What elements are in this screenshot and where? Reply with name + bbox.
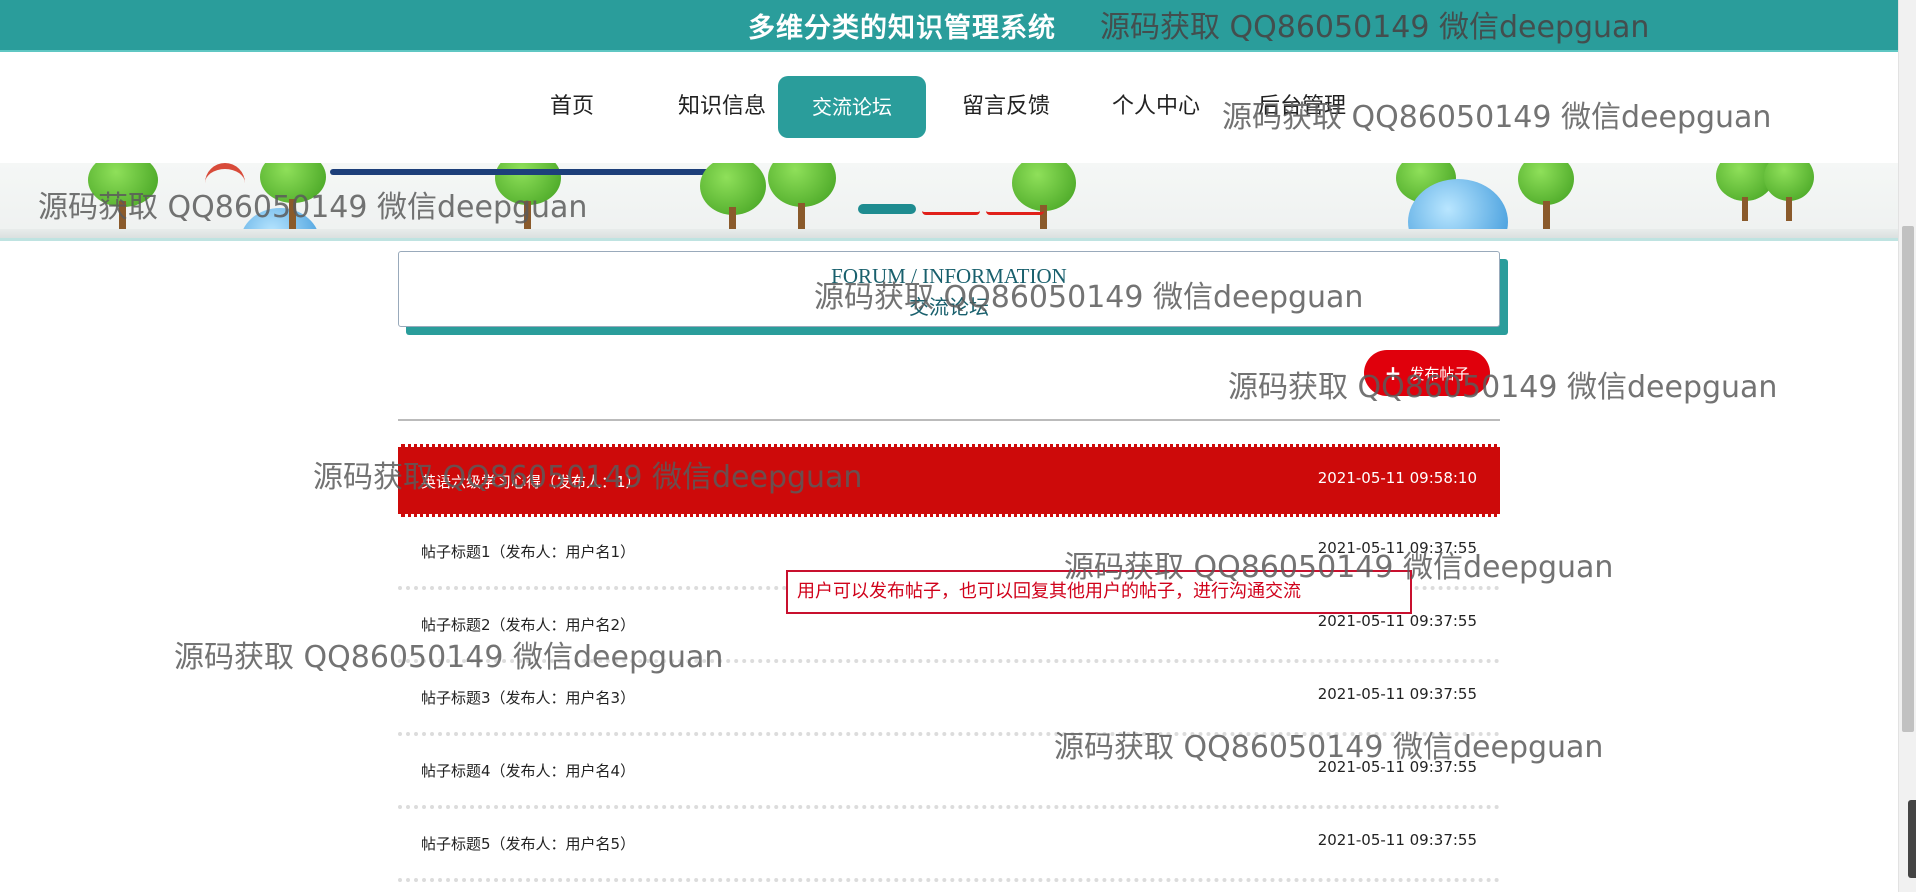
banner-carousel bbox=[0, 163, 1916, 241]
nav-item-forum[interactable]: 交流论坛 bbox=[778, 76, 926, 138]
watermark-text: 源码获取 QQ86050149 微信deepguan bbox=[1228, 370, 1778, 405]
forum-heading-en: FORUM / INFORMATION bbox=[831, 264, 1067, 288]
nav-item-admin[interactable]: 后台管理 bbox=[1228, 76, 1376, 138]
forum-heading: FORUM / INFORMATION 交流论坛 bbox=[398, 251, 1500, 327]
carousel-dot-active[interactable] bbox=[858, 204, 916, 214]
title-bar: 多维分类的知识管理系统 bbox=[0, 0, 1916, 52]
system-title: 多维分类的知识管理系统 bbox=[748, 13, 1056, 44]
scrollbar-thumb[interactable] bbox=[1902, 226, 1914, 732]
forum-heading-cn: 交流论坛 bbox=[909, 297, 989, 319]
carousel-dot[interactable] bbox=[922, 207, 980, 215]
banner-decoration bbox=[330, 169, 740, 175]
post-title[interactable]: 英语六级学习心得（发布人：1） bbox=[421, 471, 641, 492]
post-time: 2021-05-11 09:37:55 bbox=[1317, 539, 1477, 557]
post-title[interactable]: 帖子标题4（发布人：用户名4） bbox=[421, 760, 635, 781]
post-title[interactable]: 帖子标题1（发布人：用户名1） bbox=[421, 541, 635, 562]
post-row[interactable]: 英语六级学习心得（发布人：1） 2021-05-11 09:58:10 bbox=[398, 444, 1500, 517]
post-row[interactable]: 帖子标题3（发布人：用户名3） 2021-05-11 09:37:55 bbox=[398, 663, 1500, 736]
post-time: 2021-05-11 09:37:55 bbox=[1317, 758, 1477, 776]
post-title[interactable]: 帖子标题3（发布人：用户名3） bbox=[421, 687, 635, 708]
nav-item-home[interactable]: 首页 bbox=[532, 76, 612, 138]
post-time: 2021-05-11 09:37:55 bbox=[1317, 612, 1477, 630]
nav-item-profile[interactable]: 个人中心 bbox=[1082, 76, 1230, 138]
post-list: 英语六级学习心得（发布人：1） 2021-05-11 09:58:10 帖子标题… bbox=[398, 444, 1500, 882]
plus-icon: + bbox=[1384, 361, 1402, 385]
nav-item-knowledge[interactable]: 知识信息 bbox=[648, 76, 796, 138]
nav-item-feedback[interactable]: 留言反馈 bbox=[932, 76, 1080, 138]
post-title[interactable]: 帖子标题5（发布人：用户名5） bbox=[421, 833, 635, 854]
page-scrollbar[interactable] bbox=[1898, 0, 1916, 892]
publish-post-label: 发布帖子 bbox=[1409, 365, 1470, 383]
post-row[interactable]: 帖子标题4（发布人：用户名4） 2021-05-11 09:37:55 bbox=[398, 736, 1500, 809]
banner-ground bbox=[0, 229, 1916, 238]
publish-post-button[interactable]: + 发布帖子 bbox=[1364, 350, 1490, 396]
post-time: 2021-05-11 09:37:55 bbox=[1317, 685, 1477, 703]
wifi-icon bbox=[205, 163, 245, 191]
post-row[interactable]: 帖子标题5（发布人：用户名5） 2021-05-11 09:37:55 bbox=[398, 809, 1500, 882]
post-time: 2021-05-11 09:58:10 bbox=[1317, 469, 1477, 487]
post-time: 2021-05-11 09:37:55 bbox=[1317, 831, 1477, 849]
annotation-textbox[interactable]: 用户可以发布帖子，也可以回复其他用户的帖子，进行沟通交流 bbox=[786, 570, 1412, 614]
post-title[interactable]: 帖子标题2（发布人：用户名2） bbox=[421, 614, 635, 635]
divider bbox=[398, 419, 1500, 421]
side-widget-handle[interactable] bbox=[1908, 800, 1916, 878]
carousel-dot[interactable] bbox=[986, 207, 1044, 215]
